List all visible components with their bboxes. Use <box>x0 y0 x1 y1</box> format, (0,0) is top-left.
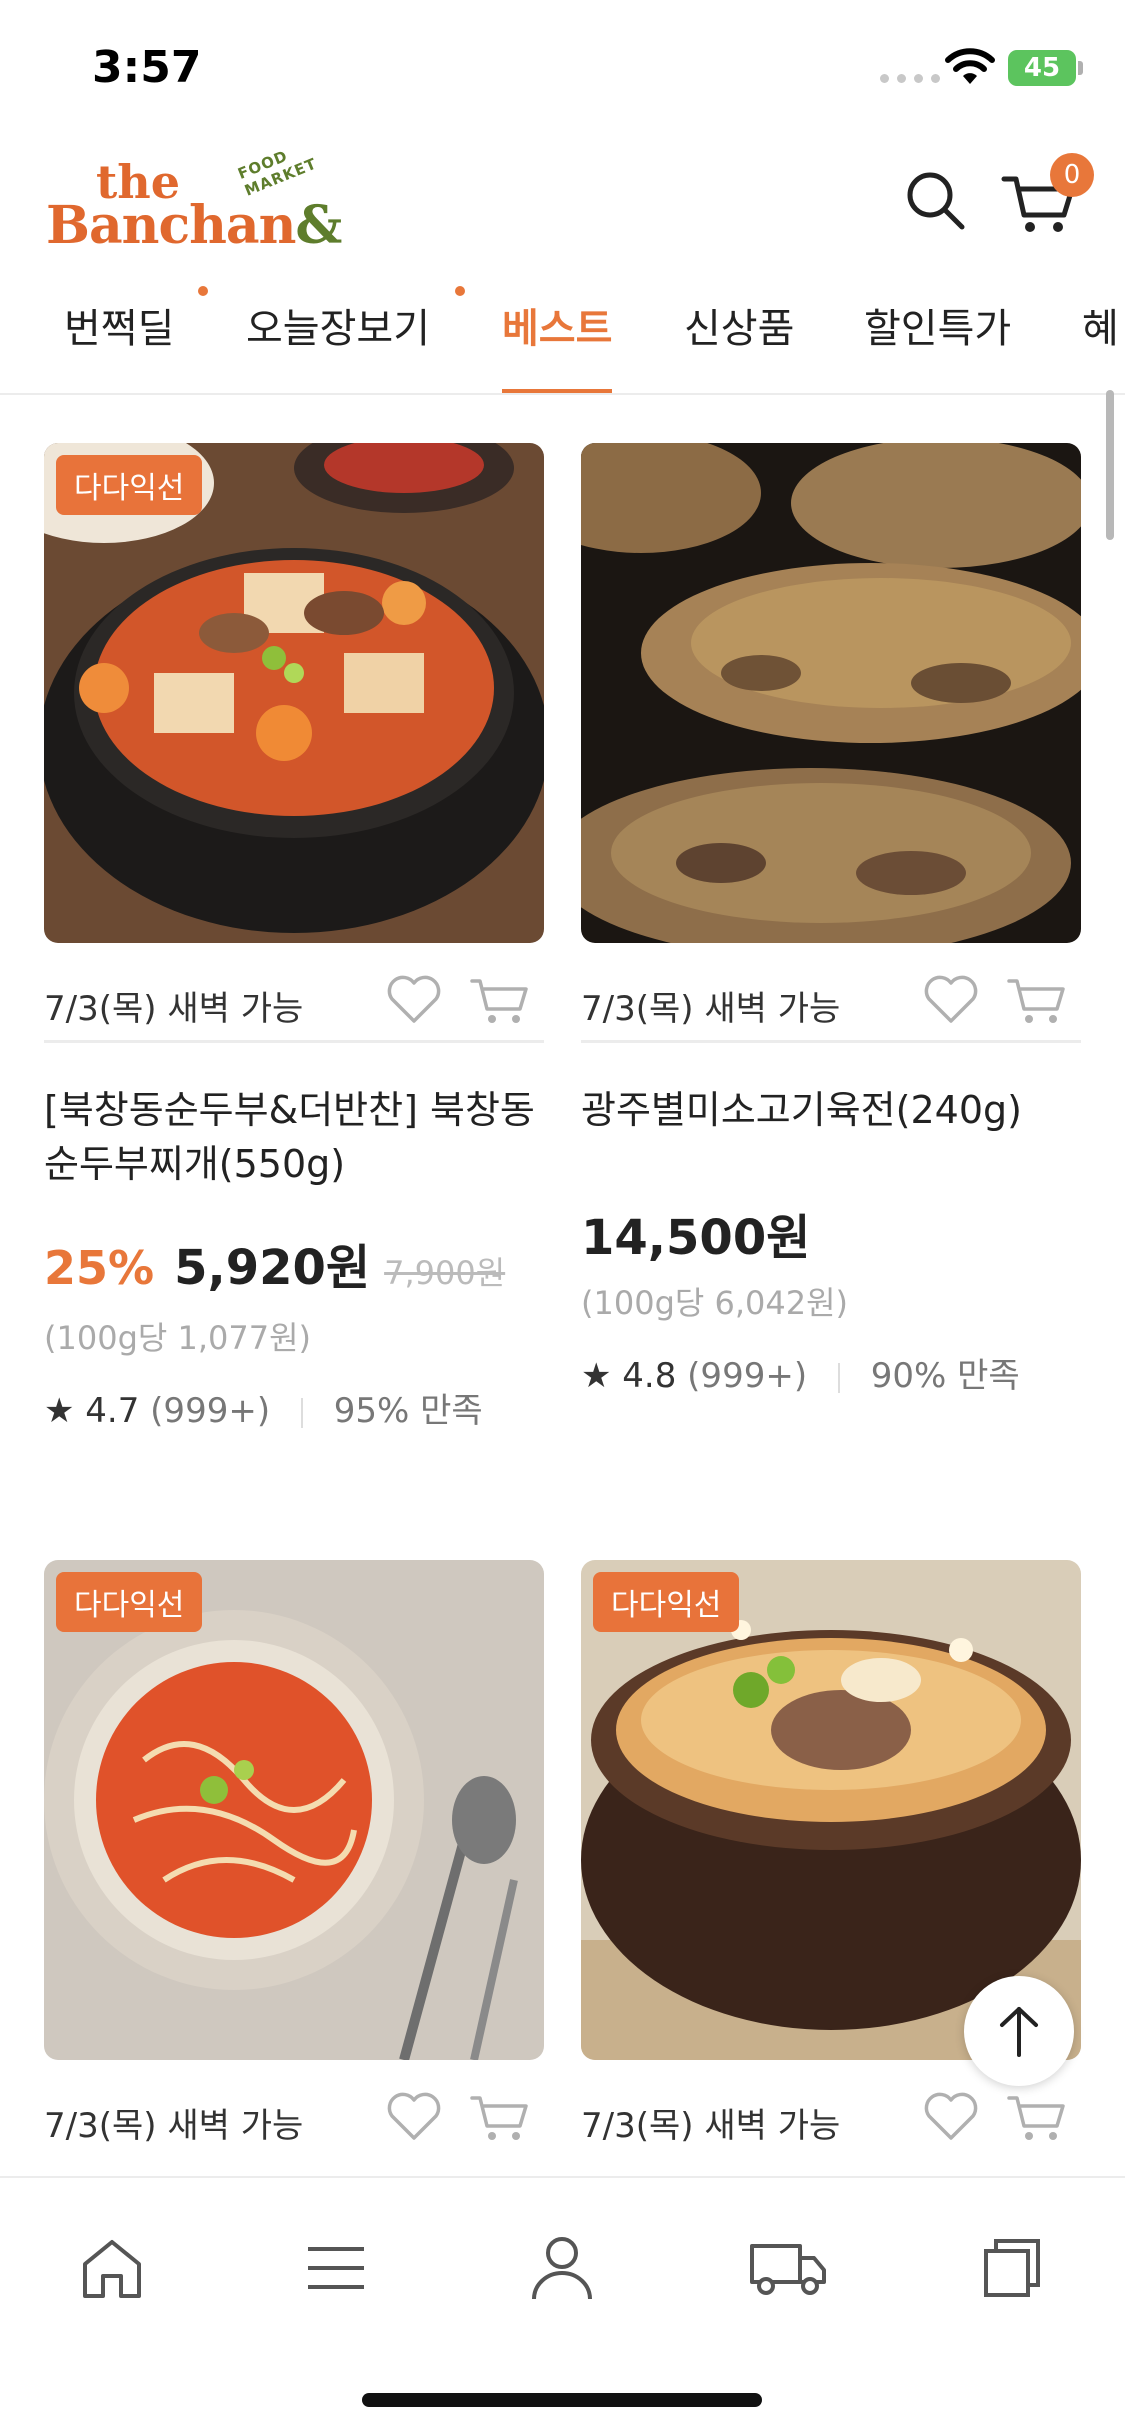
review-count: (999+) <box>150 1391 271 1431</box>
product-card[interactable]: 7/3(목) 새벽 가능 광주별미소고기육전(240g) 14,500원 (10… <box>581 443 1081 1443</box>
heart-icon[interactable] <box>921 971 981 1027</box>
battery-icon: 45 <box>1008 50 1076 86</box>
cart-count-badge: 0 <box>1050 153 1094 197</box>
delivery-date: 7/3(목) 새벽 가능 <box>581 989 841 1029</box>
tab-today-market[interactable]: 오늘장보기 <box>246 296 430 393</box>
truck-icon <box>750 2244 826 2295</box>
rating-row: ★ 4.7 (999+) 95% 만족 <box>44 1383 483 1432</box>
tab-new-dot <box>455 286 465 296</box>
user-icon <box>532 2237 592 2300</box>
recent-icon <box>984 2239 1040 2297</box>
logo-banchan-text: Banchan <box>46 195 296 256</box>
add-to-cart-icon[interactable] <box>1005 971 1071 1027</box>
home-icon <box>83 2240 141 2298</box>
delivery-date: 7/3(목) 새벽 가능 <box>581 2106 841 2146</box>
delivery-row: 7/3(목) 새벽 가능 <box>44 2080 544 2160</box>
tab-best[interactable]: 베스트 <box>502 296 613 393</box>
divider <box>837 1362 840 1393</box>
heart-icon[interactable] <box>384 2088 444 2144</box>
tab-new-products[interactable]: 신상품 <box>684 296 795 393</box>
product-image[interactable]: 다다익선 <box>44 443 544 943</box>
brand-logo[interactable]: the Banchan& FOOD MARKET <box>46 147 366 265</box>
product-card[interactable]: 다다익선 7/3(목) 새벽 가능 <box>581 1560 1081 2180</box>
status-bar: 3:57 45 <box>0 0 1125 135</box>
wifi-icon <box>945 48 995 84</box>
product-card[interactable]: 다다익선 7/3(목) 새벽 가능 [북창동순두부&더반찬] 북창동순두부찌개(… <box>44 443 544 1443</box>
review-count: (999+) <box>687 1356 808 1396</box>
delivery-row: 7/3(목) 새벽 가능 <box>581 963 1081 1043</box>
scroll-to-top-button[interactable] <box>964 1976 1074 2086</box>
tab-discount[interactable]: 할인특가 <box>864 296 1012 393</box>
original-price: 7,900원 <box>384 1254 506 1292</box>
tab-benefits[interactable]: 혜 <box>1082 296 1119 393</box>
delivery-row: 7/3(목) 새벽 가능 <box>44 963 544 1043</box>
tab-label: 할인특가 <box>864 306 1012 352</box>
price-row: 14,500원 <box>581 1198 1081 1268</box>
nav-recent[interactable] <box>972 2228 1052 2308</box>
heart-icon[interactable] <box>384 971 444 1027</box>
rating-score: ★ 4.7 <box>44 1391 140 1431</box>
satisfaction: 90% 만족 <box>870 1356 1020 1396</box>
bundle-tag: 다다익선 <box>56 455 203 515</box>
satisfaction: 95% 만족 <box>333 1391 483 1431</box>
nav-home[interactable] <box>72 2228 152 2308</box>
add-to-cart-icon[interactable] <box>468 971 534 1027</box>
tab-label: 오늘장보기 <box>246 306 430 352</box>
logo-banchan: Banchan& <box>46 195 342 256</box>
menu-icon <box>308 2247 364 2289</box>
tab-flash-deal[interactable]: 번쩍딜 <box>64 296 175 393</box>
delivery-date: 7/3(목) 새벽 가능 <box>44 2106 304 2146</box>
nav-my-page[interactable] <box>522 2228 602 2308</box>
signal-icon <box>880 74 940 83</box>
delivery-row: 7/3(목) 새벽 가능 <box>581 2080 1081 2160</box>
battery-tip <box>1078 61 1083 75</box>
price-row: 25% 5,920원 7,900원 <box>44 1228 544 1298</box>
nav-delivery[interactable] <box>748 2228 828 2308</box>
unit-price: (100g당 6,042원) <box>581 1284 849 1322</box>
arrow-up-icon <box>1000 2007 1038 2057</box>
unit-price: (100g당 1,077원) <box>44 1319 312 1357</box>
rating-score: ★ 4.8 <box>581 1356 677 1396</box>
search-icon[interactable] <box>900 165 970 235</box>
sale-price: 5,920원 <box>174 1240 371 1296</box>
tab-new-dot <box>198 286 208 296</box>
add-to-cart-icon[interactable] <box>1005 2088 1071 2144</box>
status-time: 3:57 <box>92 42 202 93</box>
rating-row: ★ 4.8 (999+) 90% 만족 <box>581 1348 1020 1397</box>
logo-ampersand: & <box>295 195 342 256</box>
scrollbar[interactable] <box>1106 390 1114 540</box>
sale-price: 14,500원 <box>581 1210 811 1266</box>
bundle-tag: 다다익선 <box>56 1572 203 1632</box>
discount-rate: 25% <box>44 1241 155 1295</box>
product-title[interactable]: 광주별미소고기육전(240g) <box>581 1083 1081 1137</box>
nav-category[interactable] <box>296 2228 376 2308</box>
bundle-tag: 다다익선 <box>593 1572 740 1632</box>
product-image[interactable] <box>581 443 1081 943</box>
tab-label: 번쩍딜 <box>64 306 175 352</box>
category-tabs: 번쩍딜 오늘장보기 베스트 신상품 할인특가 혜 <box>0 280 1125 395</box>
app-header: the Banchan& FOOD MARKET 0 <box>0 135 1125 270</box>
product-image[interactable]: 다다익선 <box>44 1560 544 2060</box>
heart-icon[interactable] <box>921 2088 981 2144</box>
divider <box>300 1397 303 1428</box>
tab-label: 신상품 <box>684 306 795 352</box>
delivery-date: 7/3(목) 새벽 가능 <box>44 989 304 1029</box>
product-title[interactable]: [북창동순두부&더반찬] 북창동순두부찌개(550g) <box>44 1083 544 1191</box>
home-indicator <box>362 2393 762 2407</box>
tab-label: 혜 <box>1082 306 1119 352</box>
add-to-cart-icon[interactable] <box>468 2088 534 2144</box>
product-card[interactable]: 다다익선 7/3(목) 새벽 가능 <box>44 1560 544 2180</box>
tab-label: 베스트 <box>502 306 613 352</box>
